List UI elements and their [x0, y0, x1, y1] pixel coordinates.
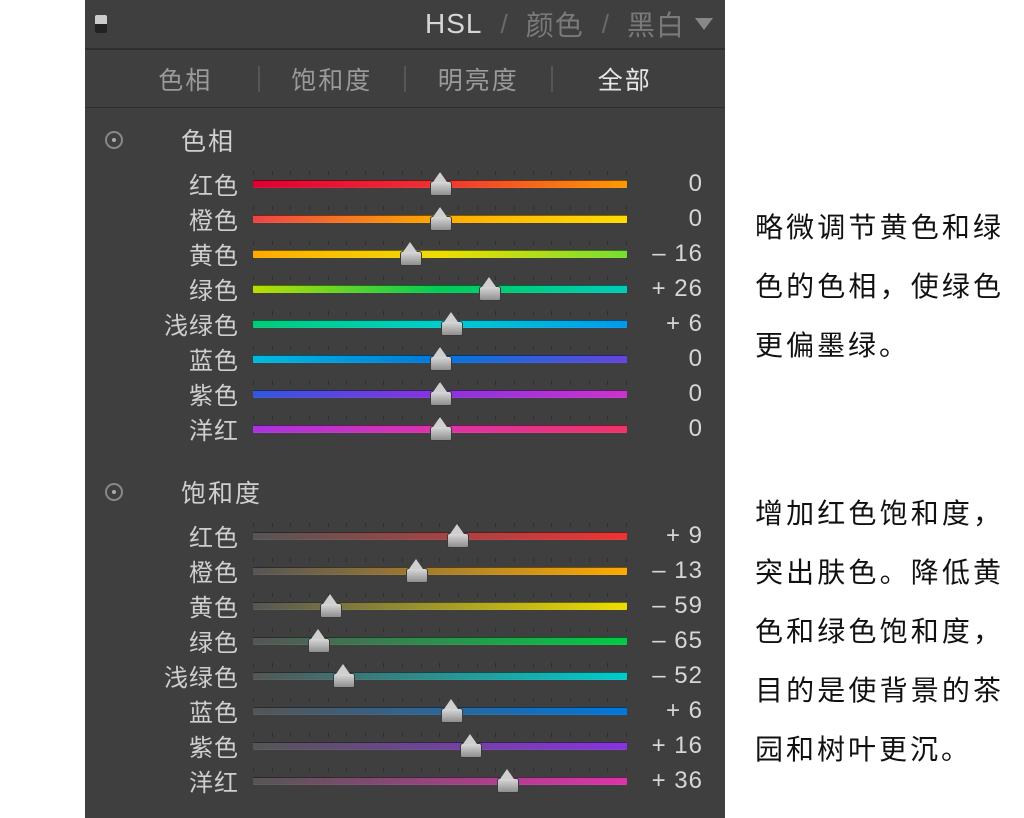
slider-value[interactable]: 0 [627, 205, 707, 233]
slider-label: 紫色 [103, 376, 253, 411]
section-hue: 色相红色 0 橙色 0 黄色 – 16 绿色 + 26 浅绿色 + 6 蓝色 0 紫色 0 洋红 0 [103, 116, 707, 446]
mode-color[interactable]: 颜色 [526, 4, 584, 44]
slider-track[interactable] [253, 628, 627, 654]
slider-label: 浅绿色 [103, 306, 253, 341]
section-header: 色相 [103, 116, 707, 166]
slider-label: 洋红 [103, 411, 253, 446]
slider-track[interactable] [253, 311, 627, 337]
slider-value[interactable]: – 13 [627, 557, 707, 585]
mode-separator: / [501, 9, 508, 40]
mode-hsl[interactable]: HSL [425, 8, 482, 40]
slider-row-sat-green: 绿色 – 65 [103, 623, 707, 658]
targeted-adjustment-icon[interactable] [105, 131, 123, 149]
targeted-adjustment-icon[interactable] [105, 483, 123, 501]
tab-saturation[interactable]: 饱和度 [260, 61, 405, 97]
slider-row-sat-purple: 紫色 + 16 [103, 728, 707, 763]
slider-track[interactable] [253, 663, 627, 689]
slider-value[interactable]: – 16 [627, 240, 707, 268]
slider-value[interactable]: 0 [627, 380, 707, 408]
tab-hue[interactable]: 色相 [113, 61, 258, 97]
slider-label: 红色 [103, 518, 253, 553]
slider-row-hue-yellow: 黄色 – 16 [103, 236, 707, 271]
slider-row-sat-blue: 蓝色 + 6 [103, 693, 707, 728]
slider-row-hue-magenta: 洋红 0 [103, 411, 707, 446]
slider-row-hue-blue: 蓝色 0 [103, 341, 707, 376]
slider-label: 橙色 [103, 201, 253, 236]
slider-track[interactable] [253, 416, 627, 442]
slider-track[interactable] [253, 698, 627, 724]
slider-value[interactable]: + 6 [627, 697, 707, 725]
slider-label: 蓝色 [103, 341, 253, 376]
slider-value[interactable]: + 6 [627, 310, 707, 338]
slider-row-sat-yellow: 黄色 – 59 [103, 588, 707, 623]
slider-row-hue-green: 绿色 + 26 [103, 271, 707, 306]
slider-value[interactable]: 0 [627, 415, 707, 443]
hsl-panel: HSL/颜色/黑白 色相饱和度明亮度全部 色相红色0橙色0黄色– 16绿色+ 2… [85, 0, 725, 818]
section-title: 饱和度 [181, 474, 262, 510]
slider-value[interactable]: – 59 [627, 592, 707, 620]
slider-track[interactable] [253, 523, 627, 549]
annotation-text-2: 增加红色饱和度，突出肤色。降低黄色和绿色饱和度，目的是使背景的茶园和树叶更沉。 [755, 486, 1004, 780]
mode-bw[interactable]: 黑白 [627, 4, 685, 44]
slider-label: 浅绿色 [103, 658, 253, 693]
slider-track[interactable] [253, 733, 627, 759]
slider-track[interactable] [253, 276, 627, 302]
panel-menu-dropdown-icon[interactable] [695, 18, 713, 30]
section-title: 色相 [181, 122, 235, 158]
slider-row-hue-aqua: 浅绿色 + 6 [103, 306, 707, 341]
slider-row-sat-orange: 橙色 – 13 [103, 553, 707, 588]
slider-label: 蓝色 [103, 693, 253, 728]
slider-label: 黄色 [103, 588, 253, 623]
slider-track[interactable] [253, 171, 627, 197]
slider-track[interactable] [253, 381, 627, 407]
annotation-column: 略微调节黄色和绿色的色相，使绿色更偏墨绿。增加红色饱和度，突出肤色。降低黄色和绿… [725, 0, 1024, 818]
slider-value[interactable]: 0 [627, 345, 707, 373]
slider-row-sat-magenta: 洋红 + 36 [103, 763, 707, 798]
slider-label: 洋红 [103, 763, 253, 798]
slider-label: 绿色 [103, 271, 253, 306]
annotation-text-1: 略微调节黄色和绿色的色相，使绿色更偏墨绿。 [755, 200, 1004, 376]
slider-value[interactable]: + 9 [627, 522, 707, 550]
panel-toggle-icon[interactable] [95, 15, 107, 33]
slider-track[interactable] [253, 593, 627, 619]
slider-row-sat-aqua: 浅绿色 – 52 [103, 658, 707, 693]
slider-value[interactable]: – 52 [627, 662, 707, 690]
panel-header: HSL / 颜色 / 黑白 [85, 0, 725, 50]
slider-value[interactable]: + 36 [627, 767, 707, 795]
section-header: 饱和度 [103, 468, 707, 518]
slider-row-hue-orange: 橙色 0 [103, 201, 707, 236]
tab-all[interactable]: 全部 [553, 61, 698, 97]
slider-value[interactable]: + 16 [627, 732, 707, 760]
slider-label: 绿色 [103, 623, 253, 658]
slider-label: 紫色 [103, 728, 253, 763]
slider-track[interactable] [253, 206, 627, 232]
slider-value[interactable]: + 26 [627, 275, 707, 303]
slider-track[interactable] [253, 346, 627, 372]
slider-label: 橙色 [103, 553, 253, 588]
slider-value[interactable]: 0 [627, 170, 707, 198]
header-modes: HSL / 颜色 / 黑白 [425, 4, 685, 44]
slider-value[interactable]: – 65 [627, 627, 707, 655]
slider-row-hue-red: 红色 0 [103, 166, 707, 201]
section-sat: 饱和度红色 + 9 橙色 – 13 黄色 – 59 绿色 – 65 浅绿色 – 52 蓝色 + 6 紫色… [103, 468, 707, 798]
tab-bar: 色相饱和度明亮度全部 [85, 50, 725, 108]
slider-track[interactable] [253, 768, 627, 794]
slider-track[interactable] [253, 241, 627, 267]
slider-track[interactable] [253, 558, 627, 584]
slider-label: 黄色 [103, 236, 253, 271]
mode-separator: / [602, 9, 609, 40]
slider-row-sat-red: 红色 + 9 [103, 518, 707, 553]
sections: 色相红色0橙色0黄色– 16绿色+ 26浅绿色+ 6蓝色0紫色0洋红0饱和度红色… [85, 108, 725, 798]
slider-row-hue-purple: 紫色 0 [103, 376, 707, 411]
tab-luminance[interactable]: 明亮度 [406, 61, 551, 97]
slider-label: 红色 [103, 166, 253, 201]
